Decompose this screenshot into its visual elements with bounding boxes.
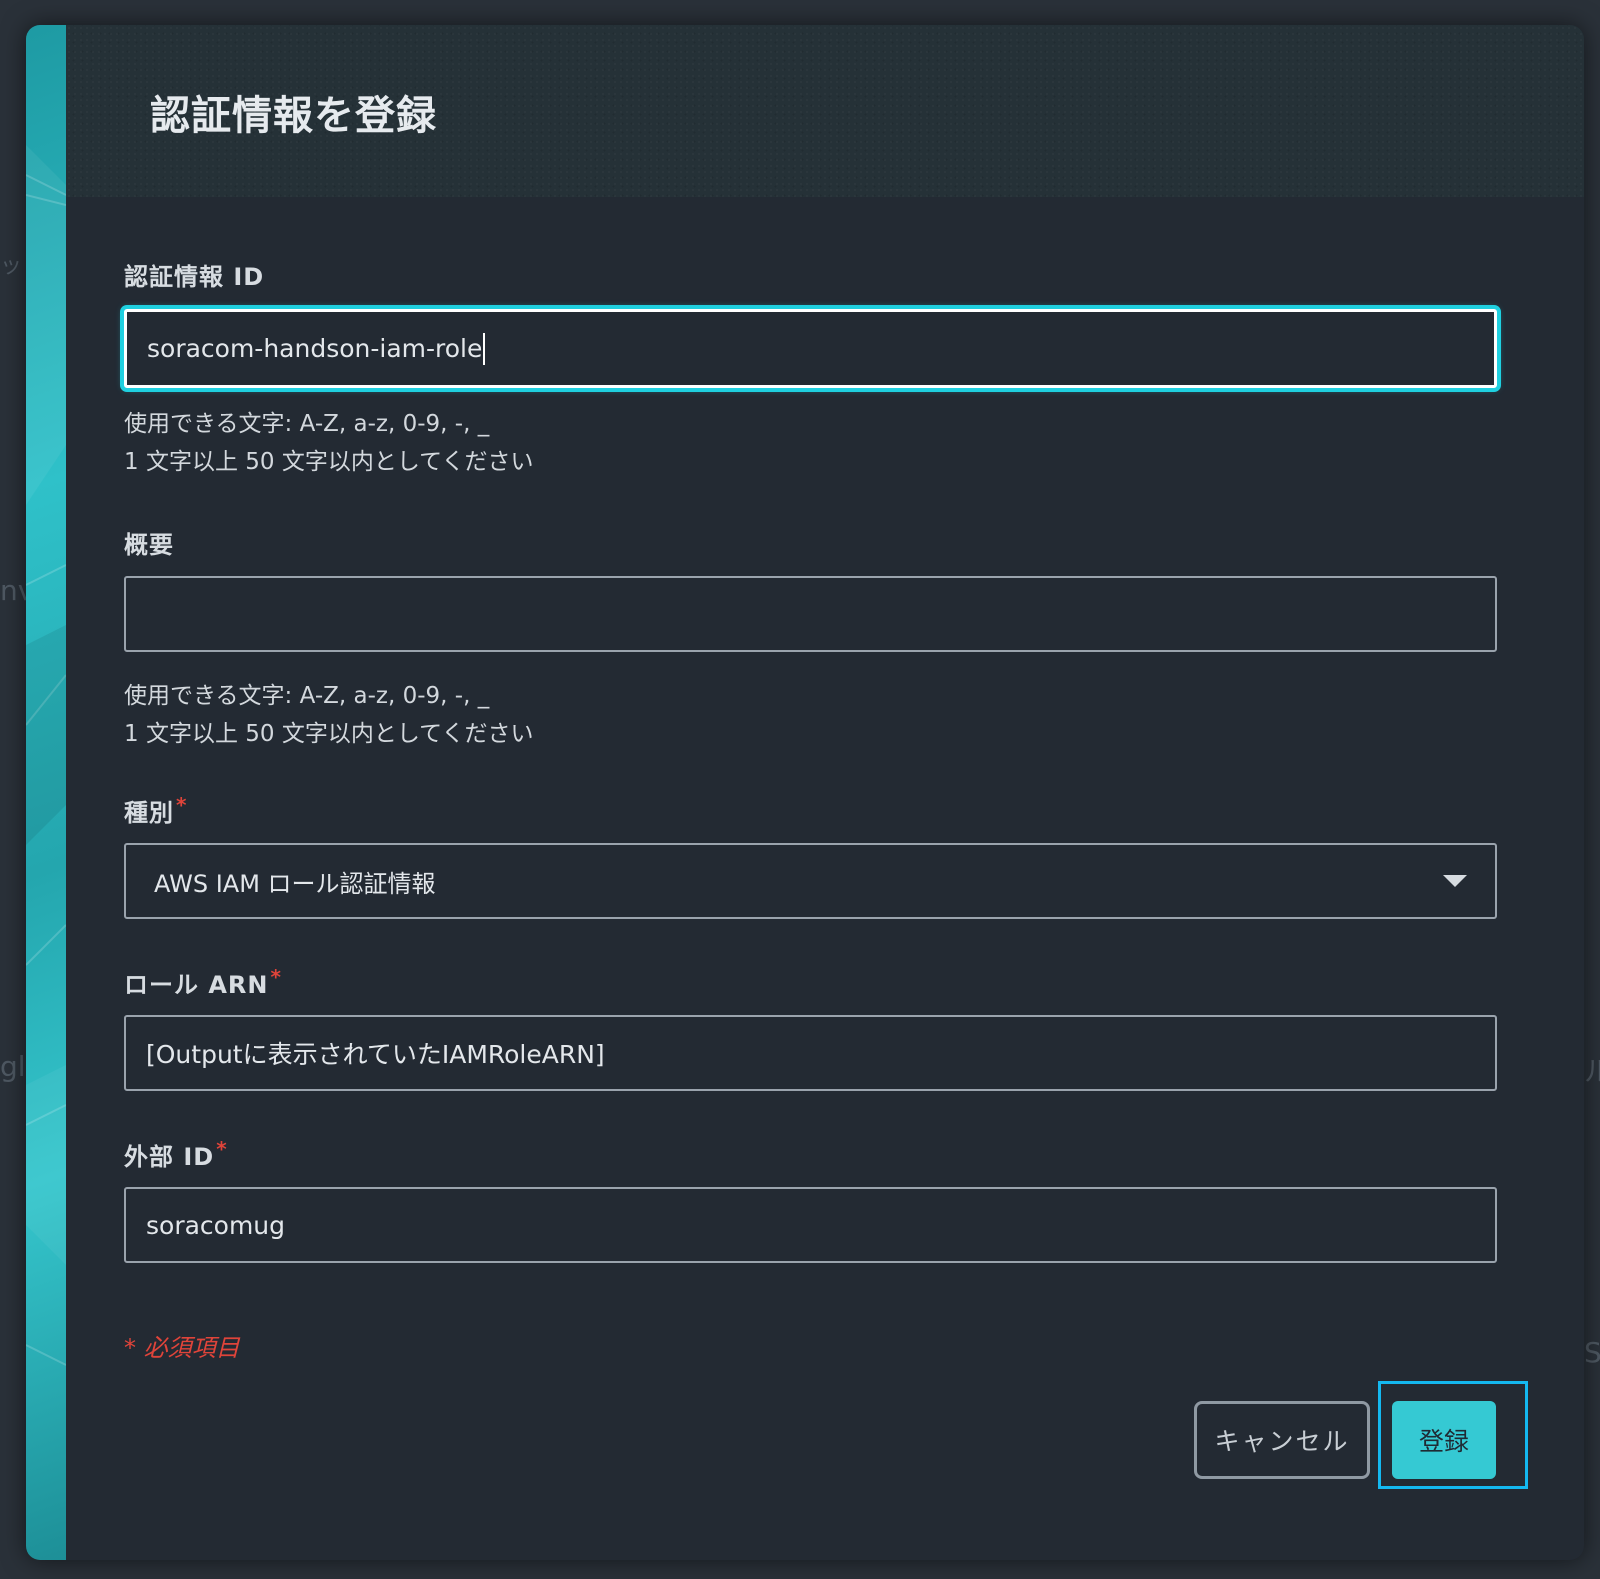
required-fields-note: * 必須項目 [124,1334,240,1362]
description-label-text: 概要 [124,531,174,559]
helper-allowed-chars: 使用できる文字: A-Z, a-z, 0-9, -, _ [124,683,490,709]
text-caret [483,332,486,365]
helper-allowed-chars: 使用できる文字: A-Z, a-z, 0-9, -, _ [124,411,490,437]
credential-id-helper: 使用できる文字: A-Z, a-z, 0-9, -, _ 1 文字以上 50 文… [124,405,533,481]
description-helper: 使用できる文字: A-Z, a-z, 0-9, -, _ 1 文字以上 50 文… [124,677,533,753]
helper-length-rule: 1 文字以上 50 文字以内としてください [124,449,534,475]
external-id-label-text: 外部 ID [124,1143,215,1171]
dialog-accent-strip [26,25,66,1560]
external-id-label: 外部 ID * [124,1137,228,1172]
required-asterisk: * [176,793,188,817]
required-asterisk: * [270,965,282,989]
required-asterisk: * [216,1137,228,1161]
role-arn-label: ロール ARN * [124,965,282,1000]
type-label: 種別 * [124,793,187,828]
credential-id-label-text: 認証情報 ID [124,263,265,291]
credential-id-value: soracom-handson-iam-role [147,334,483,363]
chevron-down-icon [1443,875,1467,887]
type-label-text: 種別 [124,799,174,827]
dialog-header: 認証情報を登録 [66,25,1584,197]
type-select[interactable]: AWS IAM ロール認証情報 [124,843,1497,919]
background-text: S [1584,1336,1600,1369]
dialog-title: 認証情報を登録 [150,93,437,139]
role-arn-label-text: ロール ARN [124,971,269,999]
description-input[interactable] [124,576,1497,652]
cancel-button[interactable]: キャンセル [1194,1401,1370,1479]
credential-id-input[interactable]: soracom-handson-iam-role [124,309,1497,388]
external-id-input[interactable]: soracomug [124,1187,1497,1263]
register-credential-dialog: 認証情報を登録 認証情報 ID soracom-handson-iam-role… [26,25,1584,1560]
helper-length-rule: 1 文字以上 50 文字以内としてください [124,721,534,747]
register-button[interactable]: 登録 [1392,1401,1496,1479]
background-text: ッ [0,254,23,279]
role-arn-value: [Outputに表示されていたIAMRoleARN] [146,1040,605,1069]
background-text: ル [1584,1055,1600,1088]
role-arn-input[interactable]: [Outputに表示されていたIAMRoleARN] [124,1015,1497,1091]
credential-id-label: 認証情報 ID [124,257,264,292]
accent-pattern [26,145,66,1366]
external-id-value: soracomug [146,1210,286,1240]
type-selected-value: AWS IAM ロール認証情報 [154,869,436,898]
description-label: 概要 [124,525,174,560]
